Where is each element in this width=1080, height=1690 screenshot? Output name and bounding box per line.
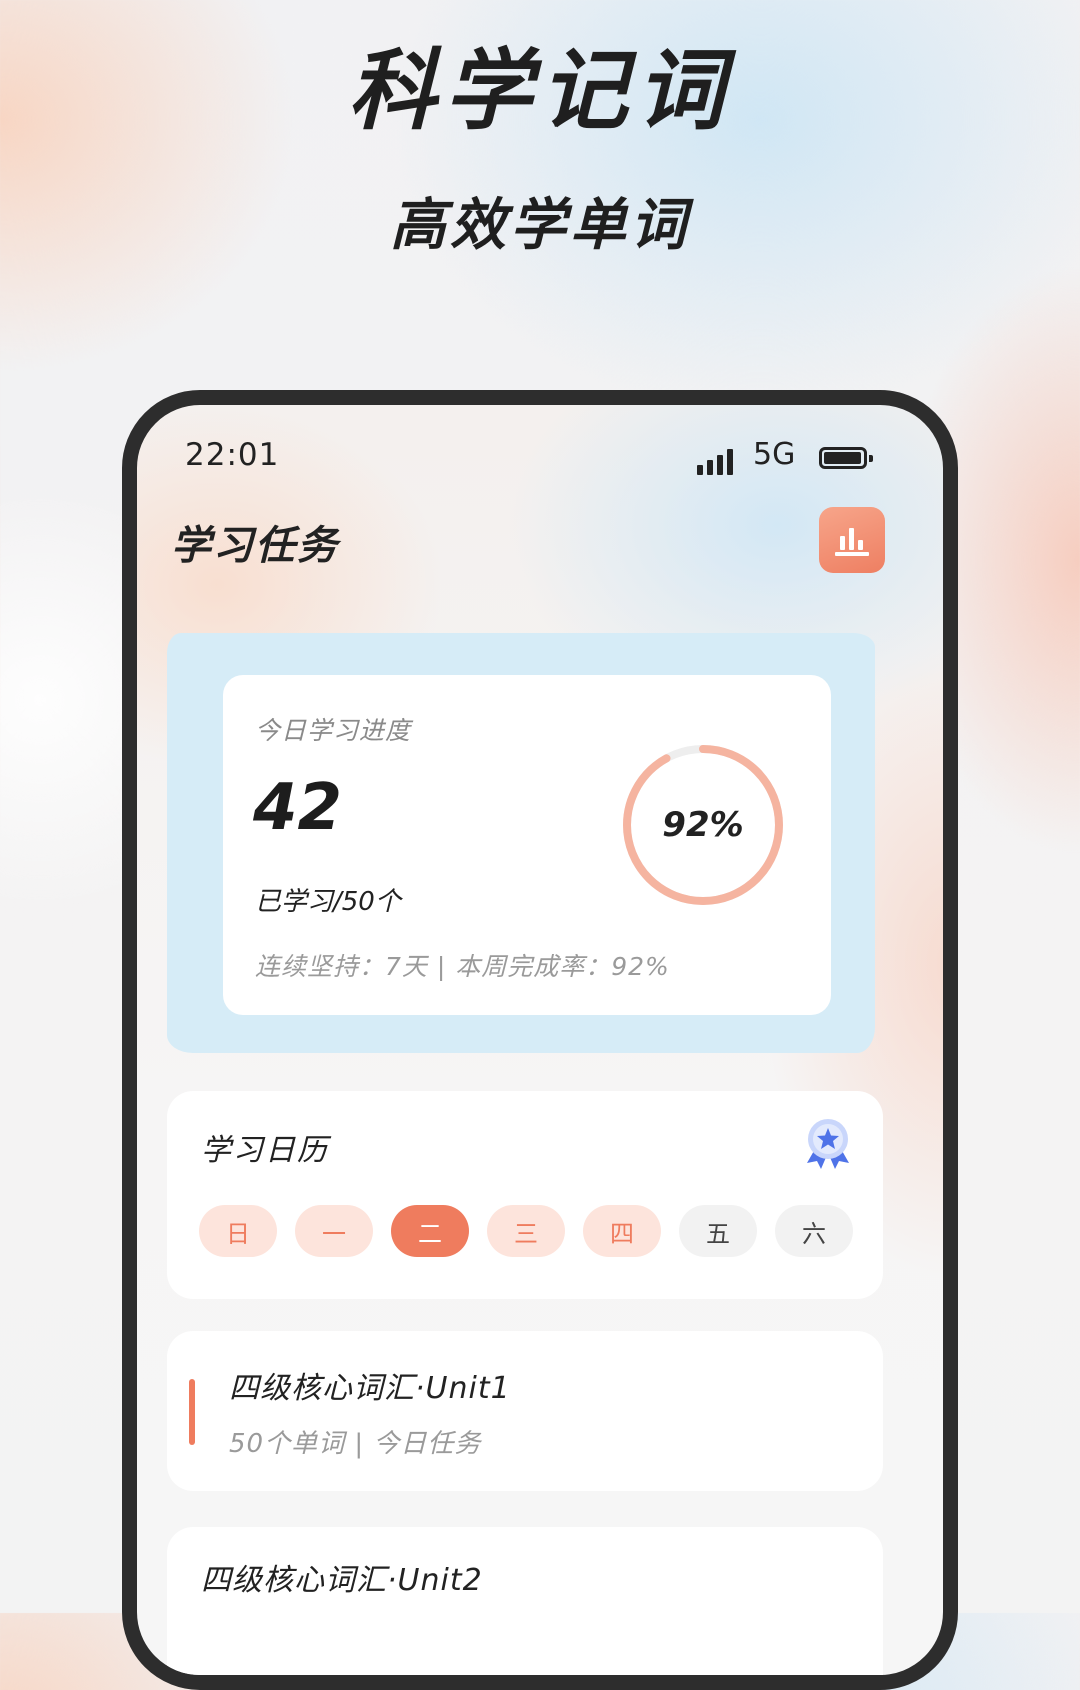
task-card[interactable]: 四级核心词汇·Unit2: [167, 1527, 883, 1675]
medal-icon[interactable]: [801, 1115, 855, 1171]
day-wed[interactable]: 三: [487, 1205, 565, 1257]
day-mon[interactable]: 一: [295, 1205, 373, 1257]
task-title: 四级核心词汇·Unit1: [229, 1371, 511, 1406]
status-time: 22:01: [185, 437, 280, 473]
page-title: 学习任务: [171, 523, 339, 569]
day-thu[interactable]: 四: [583, 1205, 661, 1257]
task-meta: 50个单词 | 今日任务: [229, 1429, 482, 1459]
day-sat[interactable]: 六: [775, 1205, 853, 1257]
signal-icon: [697, 449, 733, 475]
learned-total: 已学习/50个: [255, 887, 401, 917]
calendar-title: 学习日历: [201, 1133, 329, 1168]
status-bar: 22:01 5G: [137, 405, 943, 495]
stats-button[interactable]: [819, 507, 885, 573]
promo-subheadline: 高效学单词: [390, 193, 690, 258]
study-calendar: 学习日历 日 一 二 三 四 五 六: [167, 1091, 883, 1299]
learned-count: 42: [253, 771, 343, 845]
day-sun[interactable]: 日: [199, 1205, 277, 1257]
task-accent-bar: [189, 1379, 195, 1445]
progress-label: 今日学习进度: [255, 716, 412, 745]
streak-summary: 连续坚持：7天 | 本周完成率：92%: [255, 952, 670, 981]
weekday-row: 日 一 二 三 四 五 六: [199, 1205, 853, 1257]
progress-percent: 92%: [662, 805, 744, 845]
day-tue[interactable]: 二: [391, 1205, 469, 1257]
task-title: 四级核心词汇·Unit2: [201, 1563, 483, 1598]
phone-frame: 22:01 5G 学习任务 今日学习进度 42 已学习/50个 连续坚持：7天 …: [122, 390, 958, 1690]
promo-headline: 科学记词: [347, 39, 732, 142]
task-card[interactable]: 四级核心词汇·Unit1 50个单词 | 今日任务: [167, 1331, 883, 1491]
day-fri[interactable]: 五: [679, 1205, 757, 1257]
battery-icon: [819, 447, 873, 469]
network-label: 5G: [753, 437, 796, 472]
bar-chart-icon: [835, 528, 869, 556]
progress-card[interactable]: 今日学习进度 42 已学习/50个 连续坚持：7天 | 本周完成率：92% 92…: [223, 675, 831, 1015]
